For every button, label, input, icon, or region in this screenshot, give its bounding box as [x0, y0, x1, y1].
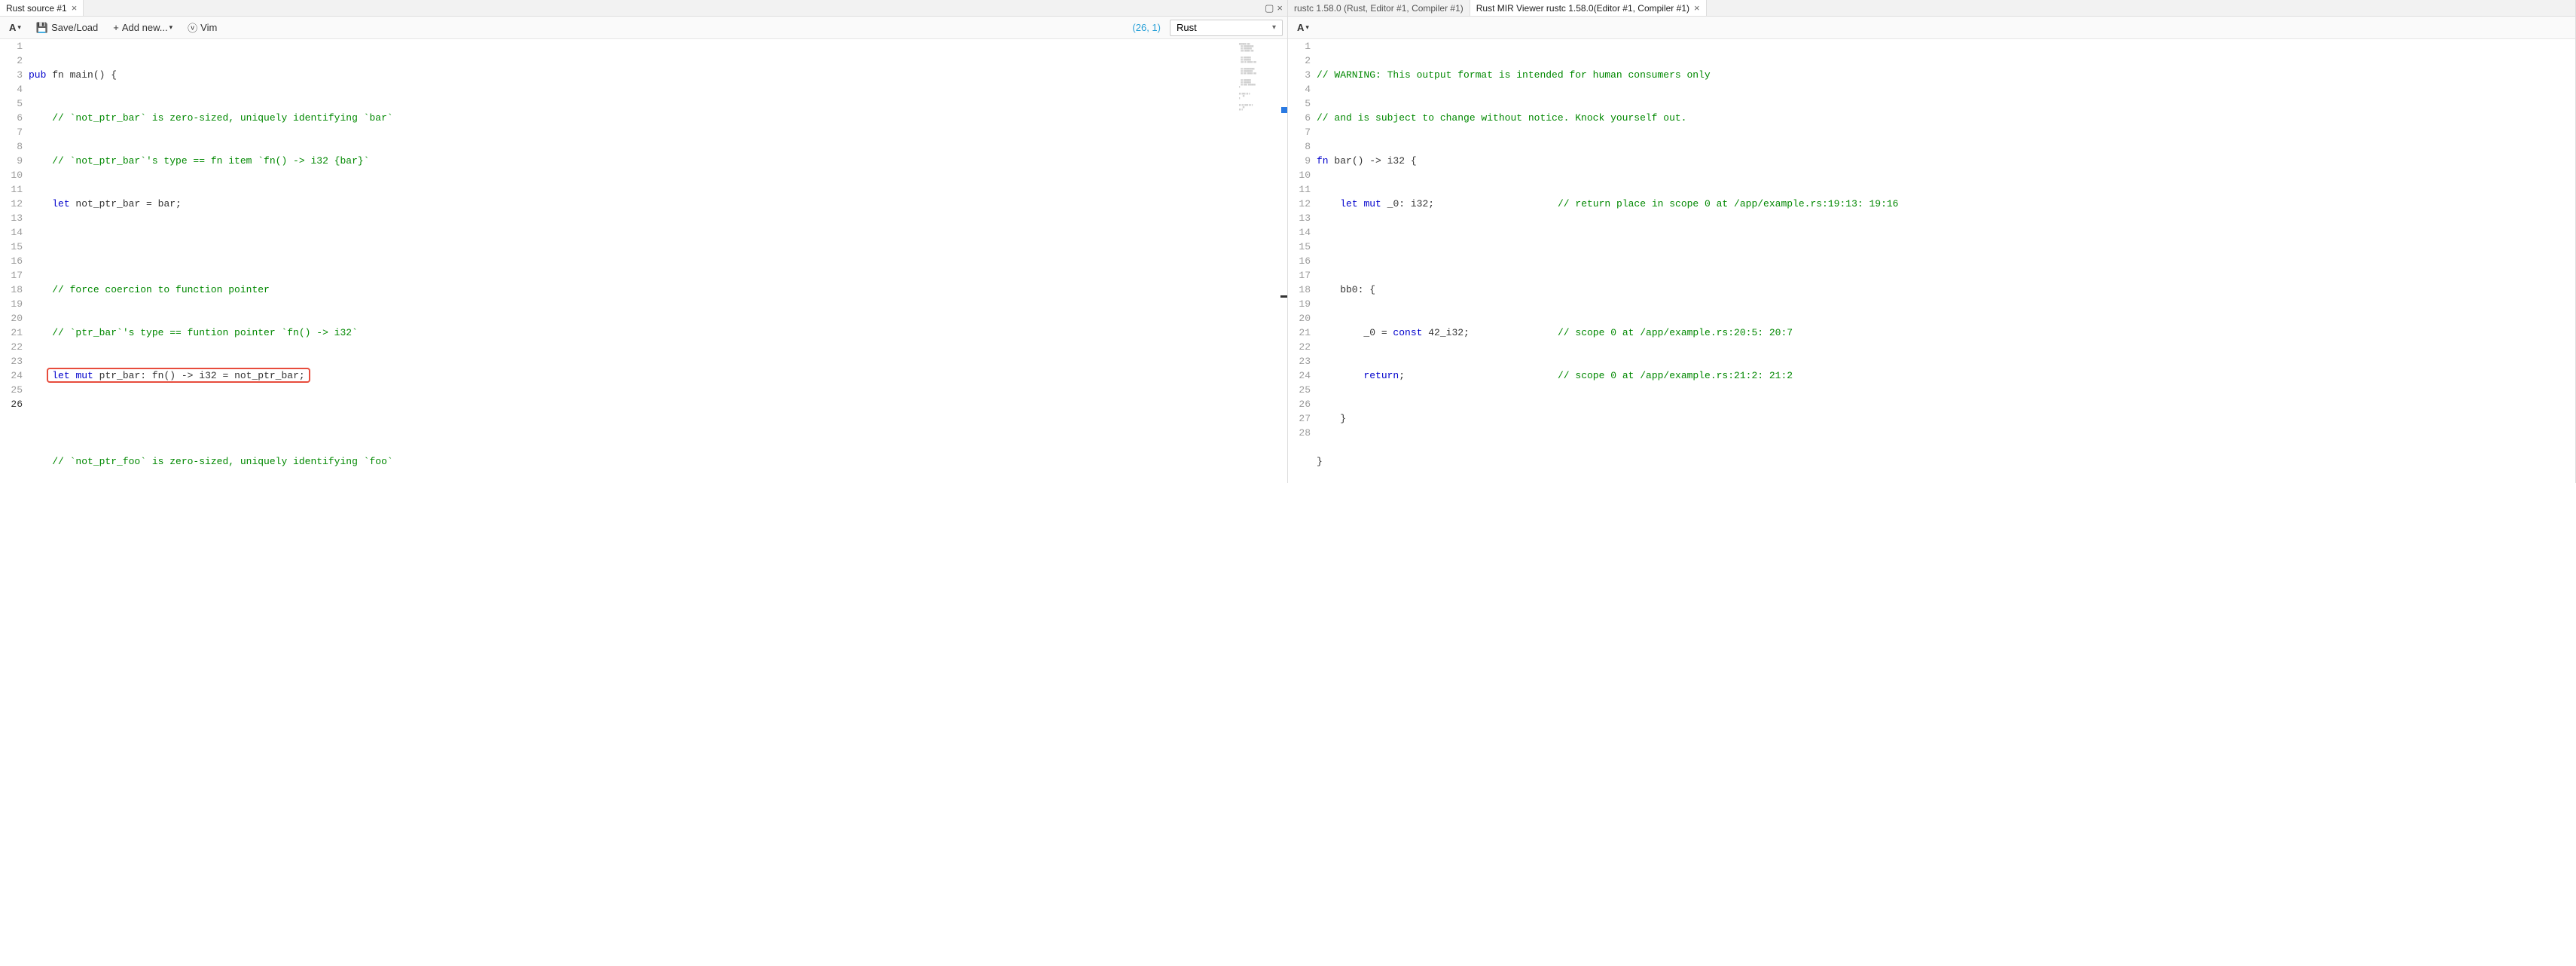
- output-pane: rustc 1.58.0 (Rust, Editor #1, Compiler …: [1288, 0, 2576, 483]
- code-content[interactable]: // WARNING: This output format is intend…: [1317, 39, 2575, 483]
- scrollbar-marker: [1281, 107, 1287, 113]
- mir-editor[interactable]: 12345678910 11121314151617181920 2122232…: [1288, 39, 2575, 483]
- left-tab-bar: Rust source #1 × ▢ ×: [0, 0, 1287, 17]
- maximize-icon[interactable]: ▢: [1265, 2, 1274, 14]
- font-size-button[interactable]: A▾: [5, 22, 26, 33]
- splitter-handle[interactable]: [1280, 295, 1287, 298]
- line-gutter: 12345678910 11121314151617181920 2122232…: [1288, 39, 1317, 483]
- source-editor[interactable]: 12345678910 11121314151617181920 2122232…: [0, 39, 1287, 483]
- tab-rust-source-1[interactable]: Rust source #1 ×: [0, 0, 84, 16]
- close-icon[interactable]: ×: [72, 2, 78, 14]
- source-pane: Rust source #1 × ▢ × A▾ 💾 Save/Load + Ad…: [0, 0, 1288, 483]
- tab-mir-viewer[interactable]: Rust MIR Viewer rustc 1.58.0(Editor #1, …: [1470, 0, 1707, 16]
- tab-window-controls: ▢ ×: [1262, 2, 1287, 14]
- chevron-down-icon: ▾: [17, 23, 21, 32]
- add-new-button[interactable]: + Add new...▾: [108, 22, 177, 33]
- chevron-down-icon: ▾: [169, 23, 173, 32]
- close-icon[interactable]: ×: [1694, 2, 1700, 14]
- code-content[interactable]: pub fn main() { // `not_ptr_bar` is zero…: [29, 39, 1287, 483]
- tab-rustc-output[interactable]: rustc 1.58.0 (Rust, Editor #1, Compiler …: [1288, 0, 1470, 16]
- plus-icon: +: [113, 22, 119, 33]
- language-select[interactable]: Rust ▾: [1170, 20, 1283, 36]
- line-gutter: 12345678910 11121314151617181920 2122232…: [0, 39, 29, 483]
- floppy-disk-icon: 💾: [36, 22, 48, 34]
- save-load-button[interactable]: 💾 Save/Load: [32, 22, 102, 34]
- close-icon[interactable]: ×: [1277, 2, 1283, 14]
- vim-button[interactable]: ⓥ Vim: [183, 20, 221, 35]
- tab-label: Rust source #1: [6, 3, 67, 14]
- right-toolbar: A▾: [1288, 17, 2575, 39]
- left-toolbar: A▾ 💾 Save/Load + Add new...▾ ⓥ Vim (26, …: [0, 17, 1287, 39]
- chevron-down-icon: ▾: [1272, 23, 1276, 32]
- cursor-position: (26, 1): [1132, 22, 1167, 33]
- vim-icon: ⓥ: [188, 20, 197, 35]
- tab-label: rustc 1.58.0 (Rust, Editor #1, Compiler …: [1294, 3, 1463, 14]
- font-size-button[interactable]: A▾: [1293, 22, 1314, 33]
- right-tab-bar: rustc 1.58.0 (Rust, Editor #1, Compiler …: [1288, 0, 2575, 17]
- chevron-down-icon: ▾: [1305, 23, 1309, 32]
- tab-label: Rust MIR Viewer rustc 1.58.0(Editor #1, …: [1476, 3, 1689, 14]
